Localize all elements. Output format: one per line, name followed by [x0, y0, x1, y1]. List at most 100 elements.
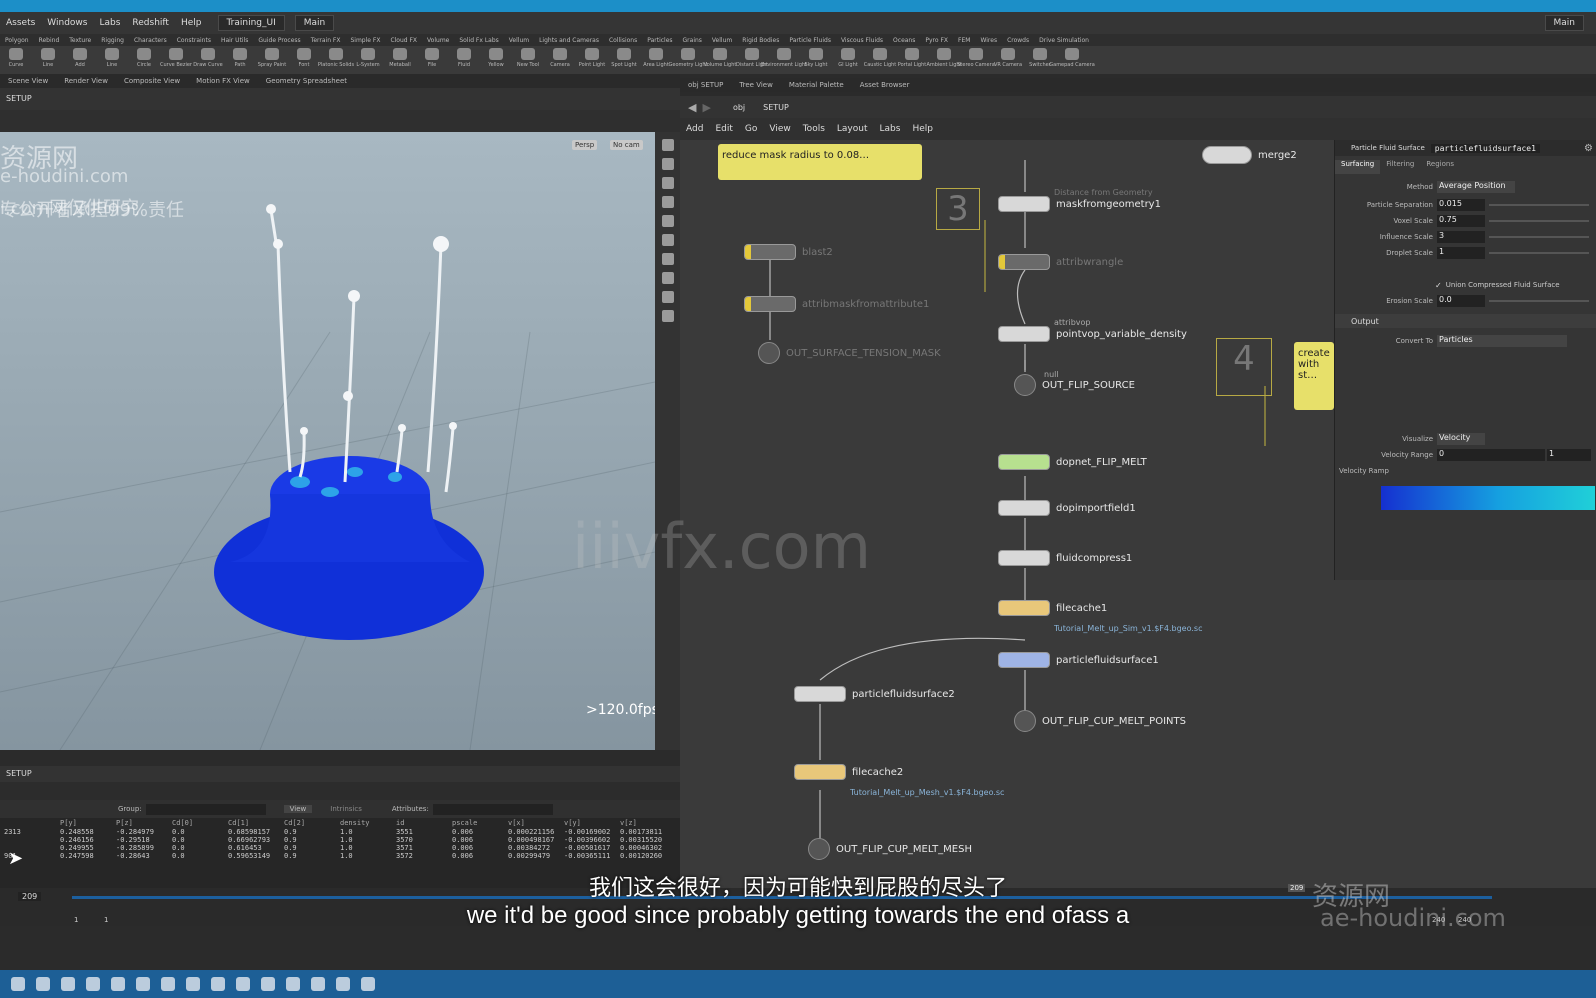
column-header[interactable]: v[y] [560, 818, 616, 828]
shelf-tab[interactable]: Vellum [504, 37, 534, 44]
main-context-selector[interactable]: Main [294, 15, 335, 31]
shelf-tool[interactable]: Spot Light [608, 46, 640, 68]
node-dopimportfield1[interactable]: dopimportfield1 [998, 500, 1136, 516]
shelf-tool[interactable]: Font [288, 46, 320, 68]
table-row[interactable]: 2313 0.248558 -0.284979 0.0 0.68598157 0.9 1.0… [0, 828, 672, 836]
shelf-tab[interactable]: Texture [64, 37, 96, 44]
shelf-tab[interactable]: Terrain FX [306, 37, 346, 44]
group-field[interactable] [145, 803, 266, 815]
app-5-icon[interactable] [286, 977, 300, 991]
param-tab-regions[interactable]: Regions [1420, 160, 1460, 174]
column-header[interactable]: id [392, 818, 448, 828]
node-merge2[interactable]: merge2 [1202, 146, 1297, 164]
table-row[interactable]: 0.246156 -0.29518 0.0 0.66962793 0.9 1.0 3570 0… [0, 836, 672, 844]
folder-icon[interactable] [311, 977, 325, 991]
tab-render-view[interactable]: Render View [56, 77, 116, 85]
persp-button[interactable]: Persp [572, 140, 598, 150]
gear-icon[interactable]: ⚙ [1584, 143, 1593, 154]
shelf-tool[interactable]: Stereo Camera [957, 46, 995, 68]
column-header[interactable]: P[z] [112, 818, 168, 828]
param-union-checkbox[interactable]: ✓ [1435, 281, 1442, 290]
node-attribmask[interactable]: attribmaskfromattribute1 [744, 296, 929, 312]
shelf-tab[interactable]: Drive Simulation [1034, 37, 1094, 44]
points-icon[interactable] [661, 253, 674, 265]
back-arrow-icon[interactable]: ◀ [688, 101, 696, 114]
column-header[interactable]: Cd[0] [168, 818, 224, 828]
column-header[interactable]: P[y] [56, 818, 112, 828]
shelf-tool[interactable]: Metaball [384, 46, 416, 68]
column-header[interactable]: v[z] [616, 818, 672, 828]
shelf-tool[interactable]: Environment Light [761, 46, 807, 68]
shelf-tool[interactable]: Portal Light [896, 46, 928, 68]
param-visualize-menu[interactable]: Velocity [1437, 433, 1485, 445]
shelf-tab[interactable]: Wires [975, 37, 1002, 44]
tab-material-palette[interactable]: Material Palette [781, 81, 852, 89]
param-voxel-scale-field[interactable]: 0.75 [1437, 215, 1485, 227]
param-convert-to-menu[interactable]: Particles [1437, 335, 1567, 347]
node-pointvop-variable-density[interactable]: pointvop_variable_density [998, 326, 1187, 342]
shelf-tool[interactable]: Camera [544, 46, 576, 68]
shelf-tool[interactable]: Fluid [448, 46, 480, 68]
shelf-tool[interactable]: Path [224, 46, 256, 68]
param-method-menu[interactable]: Average Position [1437, 181, 1515, 193]
main-label-right[interactable]: Main [1544, 15, 1584, 31]
shelf-tab[interactable]: Simple FX [345, 37, 385, 44]
shelf-tool[interactable]: Yellow [480, 46, 512, 68]
tab-tree-view[interactable]: Tree View [731, 81, 780, 89]
column-header[interactable]: pscale [448, 818, 504, 828]
camera-icon[interactable] [661, 215, 674, 227]
menu-assets[interactable]: Assets [0, 18, 41, 28]
tab-network-setup[interactable]: obj SETUP [680, 81, 731, 89]
shelf-tab[interactable]: Particles [642, 37, 677, 44]
camera-button[interactable]: No cam [610, 140, 643, 150]
shelf-tool[interactable]: Point Light [576, 46, 608, 68]
audition-icon[interactable] [236, 977, 250, 991]
node-out-flip-source[interactable]: OUT_FLIP_SOURCE [1014, 374, 1135, 396]
shelf-tab[interactable]: Crowds [1002, 37, 1034, 44]
shelf-tool[interactable]: Caustic Light [864, 46, 896, 68]
shelf-tab[interactable]: Guide Process [253, 37, 305, 44]
shelf-tool[interactable]: Line [32, 46, 64, 68]
velocity-ramp-widget[interactable] [1381, 486, 1595, 510]
net-menu-go[interactable]: Go [739, 124, 763, 134]
premiere-icon[interactable] [186, 977, 200, 991]
param-influence-scale-field[interactable]: 3 [1437, 231, 1485, 243]
shelf-tab[interactable]: Grains [678, 37, 707, 44]
shelf-tab[interactable]: Collisions [604, 37, 642, 44]
menu-labs[interactable]: Labs [93, 18, 126, 28]
normals-icon[interactable] [661, 272, 674, 284]
shelf-tool[interactable]: New Tool [512, 46, 544, 68]
shelf-tool[interactable]: Platonic Solids [318, 46, 354, 68]
shelf-tool[interactable]: Volume Light [704, 46, 736, 68]
app-4-icon[interactable] [261, 977, 275, 991]
app-icon[interactable] [111, 977, 125, 991]
param-erosion-scale-field[interactable]: 0.0 [1437, 295, 1485, 307]
node-particlefluidsurface1[interactable]: particlefluidsurface1 [998, 652, 1159, 668]
scene-viewport[interactable] [0, 132, 655, 750]
lighting-icon[interactable] [661, 158, 674, 170]
path-setup[interactable]: SETUP [763, 103, 789, 112]
shelf-tool[interactable]: Curve [0, 46, 32, 68]
wireframe-icon[interactable] [661, 196, 674, 208]
param-particle-separation-slider[interactable] [1489, 204, 1589, 206]
tab-asset-browser[interactable]: Asset Browser [852, 81, 918, 89]
column-header[interactable]: v[x] [504, 818, 560, 828]
node-blast2[interactable]: blast2 [744, 244, 833, 260]
shelf-tab[interactable]: Rebind [34, 37, 65, 44]
houdini-icon[interactable] [86, 977, 100, 991]
sticky-note-mask-radius[interactable]: reduce mask radius to 0.08… [718, 144, 922, 180]
param-tab-surfacing[interactable]: Surfacing [1335, 160, 1381, 174]
display-options-icon[interactable] [661, 139, 674, 151]
node-maskfromgeometry1[interactable]: maskfromgeometry1 [998, 196, 1161, 212]
column-header[interactable]: Cd[2] [280, 818, 336, 828]
shelf-tab[interactable]: Pyro FX [920, 37, 953, 44]
net-menu-tools[interactable]: Tools [797, 124, 831, 134]
shelf-tool[interactable]: File [416, 46, 448, 68]
shelf-tool[interactable]: Sky Light [800, 46, 832, 68]
shelf-tool[interactable]: Line [96, 46, 128, 68]
net-menu-view[interactable]: View [763, 124, 796, 134]
start-icon[interactable] [11, 977, 25, 991]
app-2-icon[interactable] [136, 977, 150, 991]
shelf-tab[interactable]: Vellum [707, 37, 737, 44]
shelf-tab[interactable]: Lights and Cameras [534, 37, 604, 44]
